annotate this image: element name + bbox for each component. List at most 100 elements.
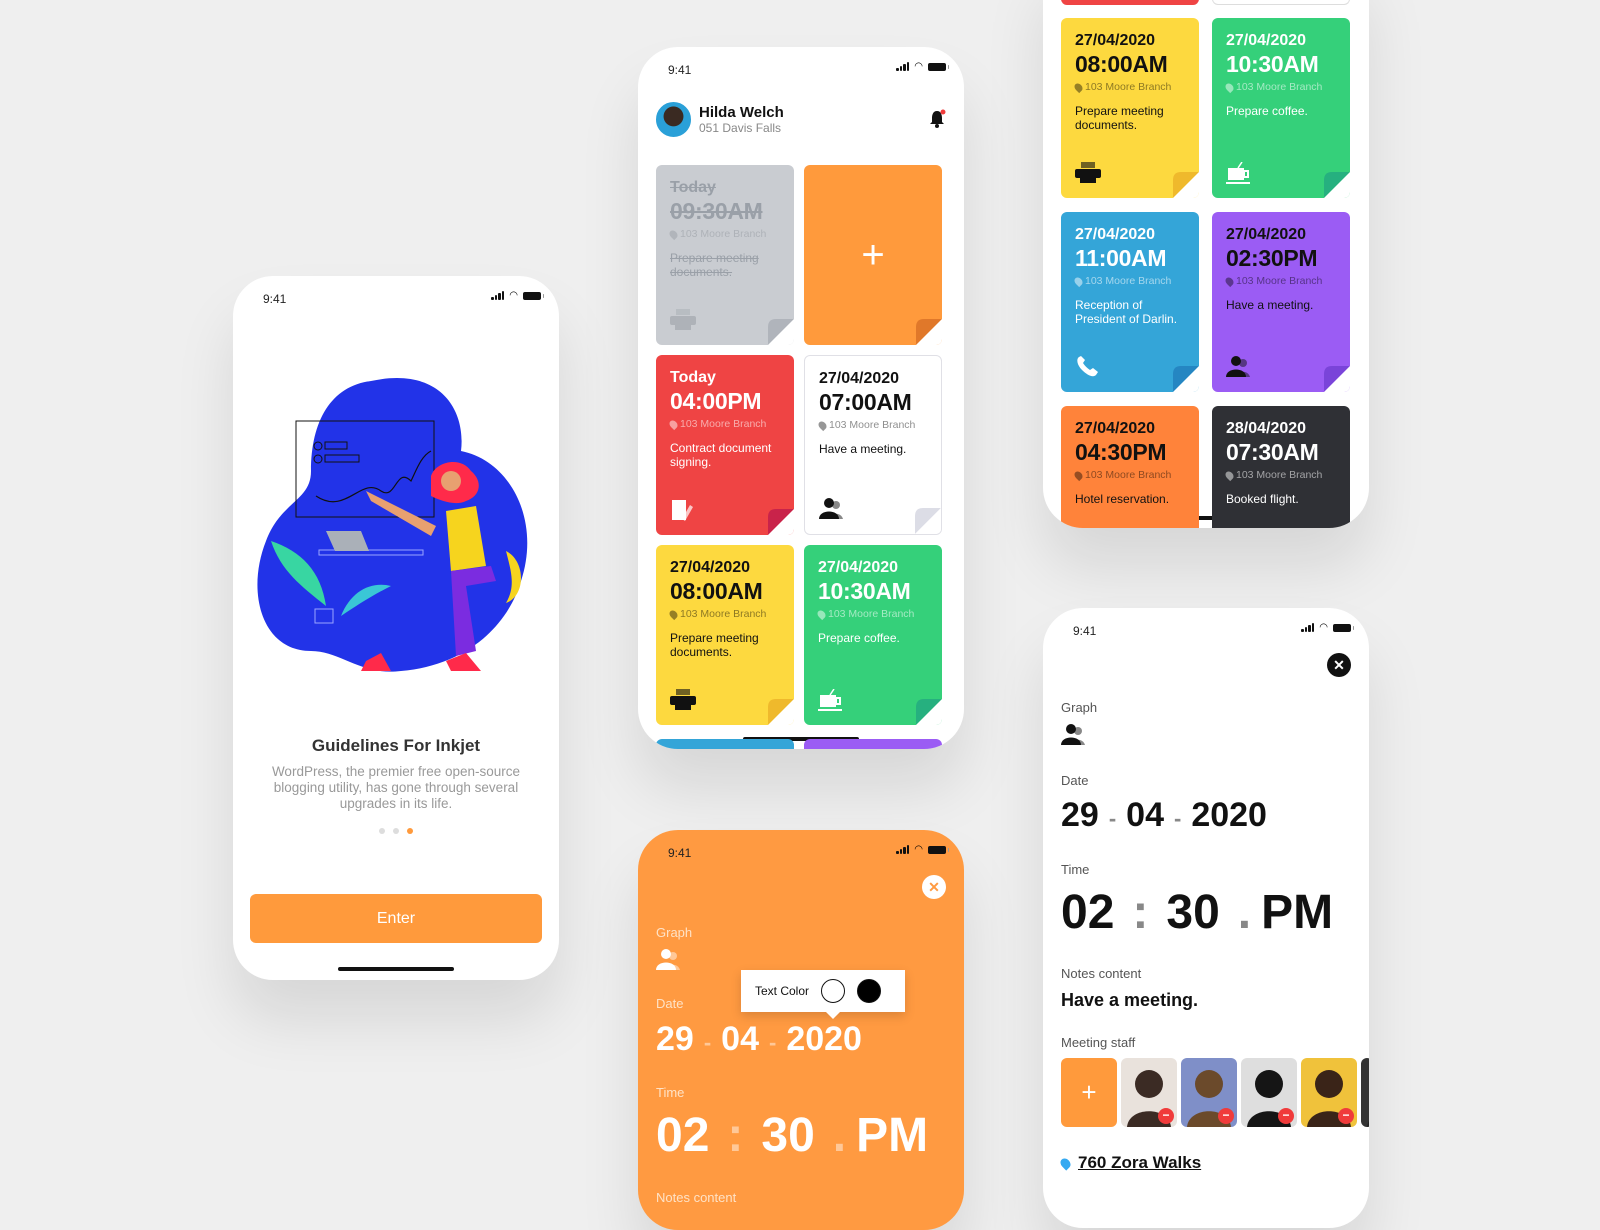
staff-avatar[interactable]: −	[1181, 1058, 1237, 1127]
enter-button[interactable]: Enter	[250, 894, 542, 943]
add-staff-button[interactable]: +	[1061, 1058, 1117, 1127]
note-card[interactable]: 27/04/2020 04:30PM 103 Moore Branch Hote…	[1061, 406, 1199, 528]
user-address: 051 Davis Falls	[699, 121, 782, 135]
card-note: Hotel reservation.	[1075, 492, 1170, 506]
note-card[interactable]: Today 09:30AM 103 Moore Branch Prepare m…	[656, 165, 794, 345]
onboarding-screen: 9:41 ◠ Guidelines For Inkjet WordPress, …	[233, 276, 559, 980]
close-button[interactable]: ✕	[1327, 653, 1351, 677]
card-note: Have a meeting.	[819, 442, 907, 456]
color-option-black[interactable]	[857, 979, 882, 1003]
graph-label: Graph	[1061, 700, 1098, 715]
status-time: 9:41	[1073, 624, 1097, 638]
card-time: 07:30AM	[1226, 439, 1319, 465]
time-value[interactable]: 02: 30. PM	[656, 1108, 928, 1163]
graph-label: Graph	[656, 925, 693, 940]
battery-icon	[928, 62, 949, 71]
people-icon[interactable]	[1061, 723, 1087, 747]
card-location-text: 103 Moore Branch	[1085, 81, 1172, 93]
location-pin-icon	[1223, 81, 1236, 93]
location-pin-icon	[1072, 81, 1085, 93]
card-note: Reception of President of Darlin.	[1075, 298, 1178, 326]
card-date: 28/04/2020	[1226, 420, 1307, 437]
wifi-icon: ◠	[914, 61, 923, 72]
date-month[interactable]: 04	[1126, 796, 1164, 835]
time-minute[interactable]: 30	[1166, 885, 1219, 940]
color-option-white[interactable]	[821, 979, 846, 1003]
time-hour[interactable]: 02	[656, 1108, 709, 1163]
staff-avatar[interactable]: −	[1121, 1058, 1177, 1127]
close-button[interactable]: ✕	[922, 875, 946, 899]
status-bar: 9:41 ◠	[233, 276, 559, 316]
people-icon[interactable]	[656, 948, 682, 972]
card-date: 27/04/2020	[818, 559, 899, 576]
people-icon	[819, 498, 845, 520]
note-card[interactable]: 27/04/2020 10:30AM 103 Moore Branch Prep…	[804, 545, 942, 725]
time-period[interactable]: PM	[1261, 885, 1333, 940]
coffee-icon	[818, 688, 844, 711]
card-date: 27/04/2020	[1226, 226, 1307, 243]
location-pin-icon	[667, 418, 680, 430]
note-card[interactable]: Today 04:00PM 103 Moore Branch Contract …	[656, 355, 794, 535]
address-text[interactable]: 760 Zora Walks	[1078, 1153, 1201, 1173]
date-day[interactable]: 29	[656, 1020, 694, 1059]
note-card[interactable]: 27/04/2020 10:30AM 103 Moore Branch Prep…	[1212, 18, 1350, 198]
note-card[interactable]: 27/04/2020 11:00AM 103 Moore Branch Rece…	[1061, 212, 1199, 392]
card-time: 02:30PM	[1226, 245, 1318, 271]
card-time: 08:00AM	[670, 578, 763, 604]
battery-icon	[928, 845, 949, 854]
card-date: 27/04/2020	[1075, 226, 1156, 243]
card-location-text: 103 Moore Branch	[680, 418, 767, 430]
page-fold	[1324, 366, 1350, 392]
status-bar: 9:41 ◠	[638, 830, 964, 870]
avatar[interactable]	[656, 102, 691, 137]
time-label: Time	[656, 1085, 685, 1100]
time-period[interactable]: PM	[856, 1108, 928, 1163]
date-year[interactable]: 2020	[786, 1020, 862, 1059]
time-label: Time	[1061, 862, 1090, 877]
remove-staff-icon[interactable]: −	[1338, 1108, 1354, 1124]
note-card[interactable]: 27/04/2020 08:00AM 103 Moore Branch Prep…	[1061, 18, 1199, 198]
card-time: 10:30AM	[1226, 51, 1319, 77]
page-dot[interactable]	[379, 828, 385, 834]
bell-icon[interactable]	[928, 109, 946, 129]
date-year[interactable]: 2020	[1191, 796, 1267, 835]
staff-avatar[interactable]: −	[1301, 1058, 1357, 1127]
date-day[interactable]: 29	[1061, 796, 1099, 835]
date-month[interactable]: 04	[721, 1020, 759, 1059]
note-card[interactable]: 27/04/2020 02:30PM 103 Moore Branch Have…	[1212, 212, 1350, 392]
card-location: 103 Moore Branch	[667, 418, 780, 430]
remove-staff-icon[interactable]: −	[1158, 1108, 1174, 1124]
date-value[interactable]: 29- 04- 2020	[656, 1020, 862, 1059]
card-location-text: 103 Moore Branch	[1236, 275, 1323, 287]
user-profile[interactable]: Hilda Welch 051 Davis Falls	[656, 102, 784, 137]
note-card[interactable]: 28/04/2020 07:30AM 103 Moore Branch Book…	[1212, 406, 1350, 528]
battery-icon	[523, 291, 544, 300]
card-time: 10:30AM	[818, 578, 911, 604]
notes-content[interactable]: Have a meeting.	[1061, 990, 1198, 1011]
card-location-text: 103 Moore Branch	[1236, 469, 1323, 481]
staff-avatar[interactable]: −	[1241, 1058, 1297, 1127]
page-fold	[768, 509, 794, 535]
time-minute[interactable]: 30	[761, 1108, 814, 1163]
note-card[interactable]: 27/04/2020 07:00AM 103 Moore Branch Have…	[804, 355, 942, 535]
address-link[interactable]: 760 Zora Walks	[1058, 1153, 1201, 1173]
remove-staff-icon[interactable]: −	[1218, 1108, 1234, 1124]
date-value[interactable]: 29- 04- 2020	[1061, 796, 1267, 835]
location-pin-icon	[816, 419, 829, 431]
card-location: 103 Moore Branch	[1072, 275, 1185, 287]
page-fold	[916, 699, 942, 725]
card-location: 103 Moore Branch	[1223, 469, 1336, 481]
time-hour[interactable]: 02	[1061, 885, 1114, 940]
time-value[interactable]: 02: 30. PM	[1061, 885, 1333, 940]
card-note: Have a meeting.	[1226, 298, 1314, 312]
remove-staff-icon[interactable]: −	[1278, 1108, 1294, 1124]
page-dot-active[interactable]	[407, 828, 413, 834]
page-dot[interactable]	[393, 828, 399, 834]
phone-icon	[1075, 356, 1101, 378]
card-note: Prepare meeting documents.	[670, 631, 759, 659]
location-pin-icon	[667, 608, 680, 620]
staff-avatar[interactable]	[1361, 1058, 1369, 1127]
note-card[interactable]: 27/04/2020 08:00AM 103 Moore Branch Prep…	[656, 545, 794, 725]
wifi-icon: ◠	[1319, 622, 1328, 633]
add-note-button[interactable]: +	[804, 165, 942, 345]
